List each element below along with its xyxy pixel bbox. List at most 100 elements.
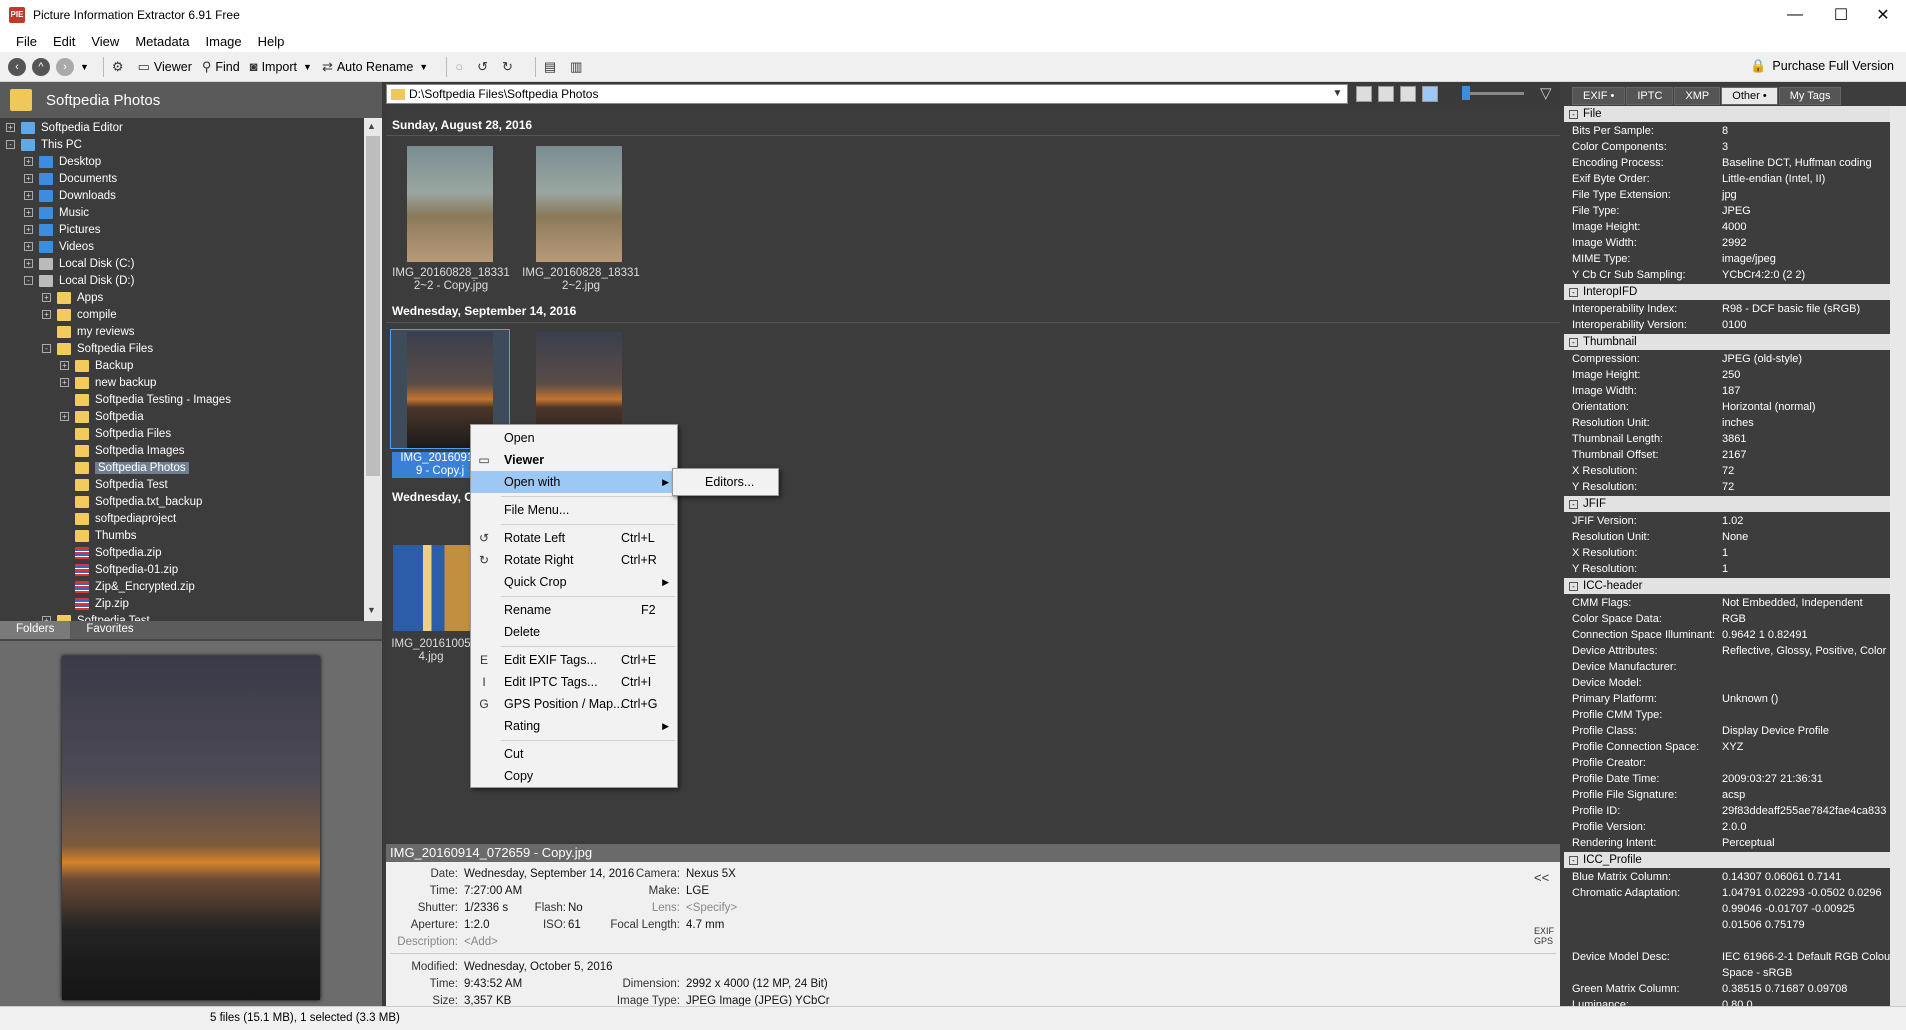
view-thumbnails-icon[interactable]: [1356, 86, 1372, 102]
thumbnail-caption[interactable]: IMG_20161005 4.jpg: [386, 638, 476, 664]
collapse-icon[interactable]: -: [42, 344, 51, 353]
expand-icon[interactable]: +: [24, 174, 33, 183]
tree-item[interactable]: Softpedia-01.zip: [60, 561, 178, 578]
lens-value[interactable]: <Specify>: [686, 902, 737, 914]
expand-icon[interactable]: +: [6, 123, 15, 132]
tab-xmp[interactable]: XMP: [1674, 87, 1721, 105]
expand-icon[interactable]: +: [42, 293, 51, 302]
folder-tree[interactable]: + Softpedia Editor - This PC + Desktop + Docume…: [0, 118, 364, 621]
view-list-icon[interactable]: [1378, 86, 1394, 102]
context-menu-item[interactable]: File Menu...: [471, 499, 677, 521]
collapse-info-button[interactable]: <<: [1534, 870, 1549, 885]
context-menu-item[interactable]: ↺ Rotate Left Ctrl+L: [471, 527, 677, 549]
circle-button[interactable]: ○: [455, 59, 467, 74]
editors-menu-item[interactable]: Editors...: [705, 475, 754, 489]
menu-file[interactable]: File: [8, 34, 45, 49]
expand-icon[interactable]: +: [60, 361, 69, 370]
collapse-icon[interactable]: -: [6, 140, 15, 149]
context-menu-item[interactable]: Cut: [471, 743, 677, 765]
viewer-button[interactable]: ▭ Viewer: [138, 59, 192, 75]
tree-item[interactable]: + Documents: [24, 170, 117, 187]
tree-item[interactable]: + compile: [42, 306, 117, 323]
zoom-slider[interactable]: [1462, 92, 1524, 95]
view-details-icon[interactable]: [1400, 86, 1416, 102]
context-menu-item[interactable]: I Edit IPTC Tags... Ctrl+I: [471, 671, 677, 693]
metadata-scrollbar[interactable]: [1890, 106, 1906, 1006]
collapse-icon[interactable]: -: [24, 276, 33, 285]
tab-other[interactable]: Other •: [1721, 87, 1778, 105]
metadata-section-header[interactable]: - File: [1564, 106, 1890, 122]
tree-item[interactable]: Softpedia Images: [60, 442, 185, 459]
expand-icon[interactable]: +: [24, 242, 33, 251]
layout-button-2[interactable]: ▥: [570, 59, 586, 75]
menu-view[interactable]: View: [83, 34, 127, 49]
metadata-section-header[interactable]: - InteropIFD: [1564, 284, 1890, 300]
filter-icon[interactable]: ▽: [1540, 86, 1556, 102]
collapse-icon[interactable]: -: [1569, 582, 1578, 591]
metadata-section-header[interactable]: - JFIF: [1564, 496, 1890, 512]
settings-button[interactable]: ⚙: [112, 59, 128, 75]
thumbnail-image[interactable]: [536, 146, 622, 262]
tree-item[interactable]: Softpedia.zip: [60, 544, 162, 561]
context-menu-item[interactable]: ▭ Viewer: [471, 449, 677, 471]
context-menu-item[interactable]: Open with ▶: [471, 471, 677, 493]
thumbnail-image[interactable]: [407, 146, 493, 262]
tree-item[interactable]: Thumbs: [60, 527, 137, 544]
thumbnail-caption[interactable]: IMG_20160828_18331 2~2 - Copy.jpg: [386, 267, 516, 293]
tree-item[interactable]: + Music: [24, 204, 89, 221]
metadata-section-header[interactable]: - ICC_Profile: [1564, 852, 1890, 868]
tree-item[interactable]: + Softpedia Editor: [6, 119, 123, 136]
tab-exif[interactable]: EXIF •: [1572, 87, 1626, 105]
tree-item[interactable]: Zip.zip: [60, 595, 129, 612]
expand-icon[interactable]: +: [24, 259, 33, 268]
zoom-slider-knob[interactable]: [1462, 86, 1470, 100]
collapse-icon[interactable]: -: [1569, 110, 1578, 119]
tab-folders[interactable]: Folders: [0, 621, 71, 639]
up-icon[interactable]: ^: [32, 57, 50, 76]
thumbnail-caption[interactable]: IMG_20160828_18331 2~2.jpg: [516, 267, 646, 293]
description-value[interactable]: <Add>: [464, 936, 498, 948]
tree-item[interactable]: + new backup: [60, 374, 156, 391]
collapse-icon[interactable]: -: [1569, 338, 1578, 347]
context-menu-item[interactable]: ↻ Rotate Right Ctrl+R: [471, 549, 677, 571]
tab-favorites[interactable]: Favorites: [70, 621, 149, 639]
thumbnail-image[interactable]: [393, 545, 479, 631]
tree-item[interactable]: + Softpedia: [60, 408, 144, 425]
menu-help[interactable]: Help: [250, 34, 293, 49]
tree-item[interactable]: Softpedia.txt_backup: [60, 493, 202, 510]
auto-rename-button[interactable]: ⇄ Auto Rename ▼: [322, 59, 428, 75]
tree-item[interactable]: + Videos: [24, 238, 94, 255]
maximize-button[interactable]: ☐: [1818, 0, 1864, 30]
context-menu-item[interactable]: Delete: [471, 621, 677, 643]
tree-item[interactable]: + Backup: [60, 357, 133, 374]
expand-icon[interactable]: +: [60, 412, 69, 421]
find-button[interactable]: ⚲ Find: [202, 59, 240, 75]
context-menu-item[interactable]: G GPS Position / Map... Ctrl+G: [471, 693, 677, 715]
context-menu-item[interactable]: Open: [471, 427, 677, 449]
path-bar[interactable]: D:\Softpedia Files\Softpedia Photos: [386, 84, 1348, 104]
tab-my-tags[interactable]: My Tags: [1778, 87, 1842, 105]
tree-item[interactable]: + Softpedia Test: [42, 612, 150, 621]
context-menu-item[interactable]: Rating ▶: [471, 715, 677, 737]
tree-item[interactable]: + Desktop: [24, 153, 101, 170]
tree-item[interactable]: - Local Disk (D:): [24, 272, 134, 289]
back-icon[interactable]: ‹: [8, 57, 26, 76]
tree-item[interactable]: + Apps: [42, 289, 103, 306]
context-menu-item[interactable]: Quick Crop ▶: [471, 571, 677, 593]
context-menu-item[interactable]: Copy: [471, 765, 677, 787]
history-dropdown-icon[interactable]: ▼: [80, 62, 89, 72]
menu-edit[interactable]: Edit: [45, 34, 83, 49]
collapse-icon[interactable]: -: [1569, 500, 1578, 509]
metadata-section-header[interactable]: - Thumbnail: [1564, 334, 1890, 350]
rotate-left-button[interactable]: ↺: [477, 59, 492, 75]
expand-icon[interactable]: +: [24, 191, 33, 200]
collapse-icon[interactable]: -: [1569, 856, 1578, 865]
view-grid-icon[interactable]: [1422, 86, 1438, 102]
tree-item[interactable]: Softpedia Test: [60, 476, 168, 493]
tree-item[interactable]: + Local Disk (C:): [24, 255, 134, 272]
expand-icon[interactable]: +: [24, 225, 33, 234]
tree-item[interactable]: - Softpedia Files: [42, 340, 153, 357]
close-button[interactable]: ✕: [1860, 0, 1906, 30]
context-menu-item[interactable]: Rename F2: [471, 599, 677, 621]
tree-item[interactable]: my reviews: [42, 323, 135, 340]
